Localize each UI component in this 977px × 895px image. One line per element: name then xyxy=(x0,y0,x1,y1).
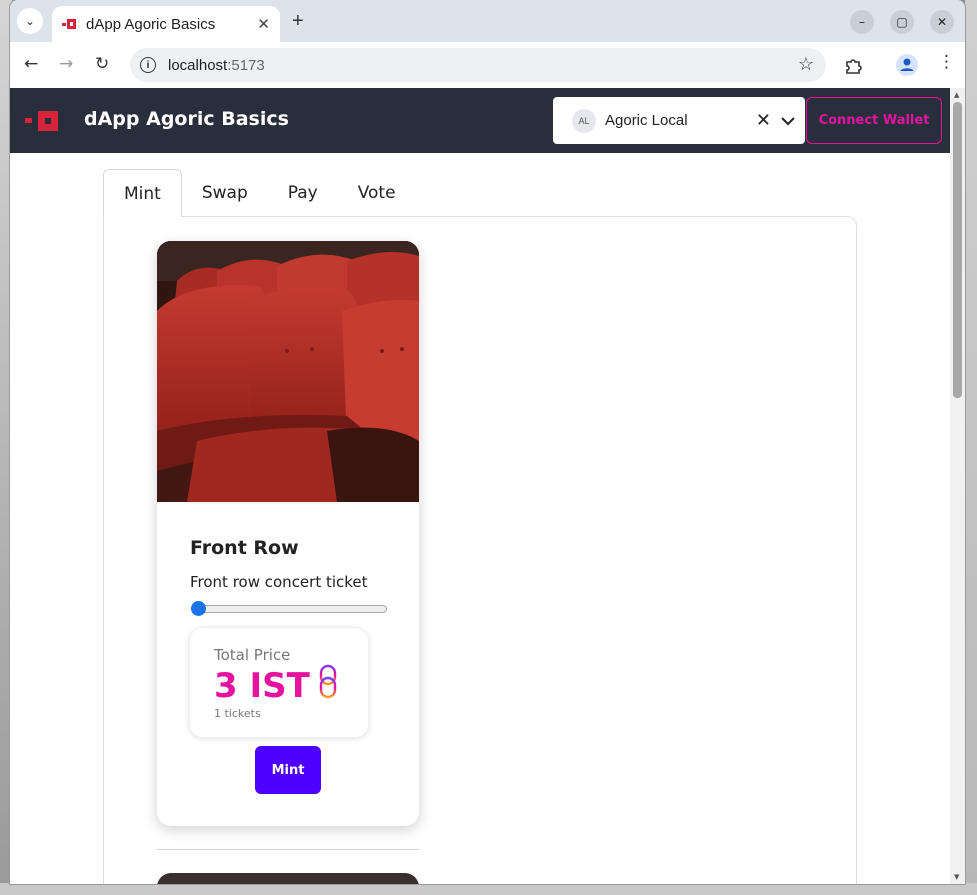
tab-strip: ⌄ dApp Agoric Basics ✕ + – ▢ ✕ xyxy=(10,0,965,42)
ticket-card: Front Row Front row concert ticket Total… xyxy=(157,241,419,826)
ticket-quantity-slider[interactable] xyxy=(191,601,387,616)
chain-avatar: AL xyxy=(572,108,596,133)
site-info-icon[interactable]: i xyxy=(140,57,156,73)
app-header: dApp Agoric Basics AL Agoric Local ✕ Con… xyxy=(10,88,950,153)
browser-toolbar: ← → ↻ i localhost:5173 ☆ ⋮ xyxy=(10,42,965,88)
mint-button[interactable]: Mint xyxy=(255,746,321,794)
url-port: :5173 xyxy=(227,56,265,74)
browser-tab-title: dApp Agoric Basics xyxy=(86,15,216,33)
clear-chain-icon[interactable]: ✕ xyxy=(756,110,771,131)
scroll-down-icon[interactable]: ▼ xyxy=(954,873,959,881)
app-title: dApp Agoric Basics xyxy=(84,108,289,130)
back-arrow-icon[interactable]: ← xyxy=(24,54,38,74)
ticket-description: Front row concert ticket xyxy=(190,573,368,591)
tab-swap[interactable]: Swap xyxy=(182,169,268,217)
agoric-logo-icon xyxy=(25,111,59,131)
card-divider xyxy=(157,849,419,850)
forward-arrow-icon[interactable]: → xyxy=(59,54,73,74)
ticket-title: Front Row xyxy=(190,537,299,559)
tab-close-icon[interactable]: ✕ xyxy=(257,15,270,33)
chain-name: Agoric Local xyxy=(605,112,688,129)
tab-vote[interactable]: Vote xyxy=(338,169,416,217)
connect-wallet-button[interactable]: Connect Wallet xyxy=(806,97,942,144)
browser-tab[interactable]: dApp Agoric Basics ✕ xyxy=(52,6,280,42)
favicon-icon xyxy=(62,17,76,31)
tab-mint[interactable]: Mint xyxy=(103,169,182,217)
tab-pay[interactable]: Pay xyxy=(268,169,338,217)
next-ticket-card xyxy=(157,873,419,884)
ticket-image xyxy=(157,241,419,502)
scroll-up-icon[interactable]: ▲ xyxy=(954,91,959,99)
new-tab-button[interactable]: + xyxy=(292,10,304,33)
ticket-count: 1 tickets xyxy=(214,707,261,720)
browser-menu-icon[interactable]: ⋮ xyxy=(938,52,955,72)
url-host: localhost xyxy=(168,56,228,74)
browser-window: ⌄ dApp Agoric Basics ✕ + – ▢ ✕ ← → ↻ i l… xyxy=(10,0,965,884)
ist-token-icon xyxy=(319,664,337,699)
page-scrollbar[interactable]: ▲ ▼ xyxy=(950,88,965,884)
slider-knob[interactable] xyxy=(191,601,206,616)
extensions-puzzle-icon[interactable] xyxy=(844,56,862,74)
scrollbar-thumb[interactable] xyxy=(953,102,962,398)
bookmark-star-icon[interactable]: ☆ xyxy=(798,54,814,75)
minimize-button[interactable]: – xyxy=(850,10,874,34)
chain-selector[interactable]: AL Agoric Local ✕ xyxy=(553,97,805,144)
chevron-down-icon[interactable] xyxy=(781,116,795,126)
total-price-label: Total Price xyxy=(214,646,291,664)
maximize-button[interactable]: ▢ xyxy=(890,10,914,34)
feature-tabs: Mint Swap Pay Vote xyxy=(103,169,416,217)
total-price-box: Total Price 3 IST 1 tickets xyxy=(189,627,369,738)
close-window-button[interactable]: ✕ xyxy=(930,10,954,34)
address-bar[interactable]: i localhost:5173 ☆ xyxy=(130,48,826,82)
reload-icon[interactable]: ↻ xyxy=(95,54,109,74)
tab-search-chevron-icon[interactable]: ⌄ xyxy=(17,8,43,34)
total-price-value: 3 IST xyxy=(214,666,310,706)
profile-avatar-icon[interactable] xyxy=(896,54,918,76)
